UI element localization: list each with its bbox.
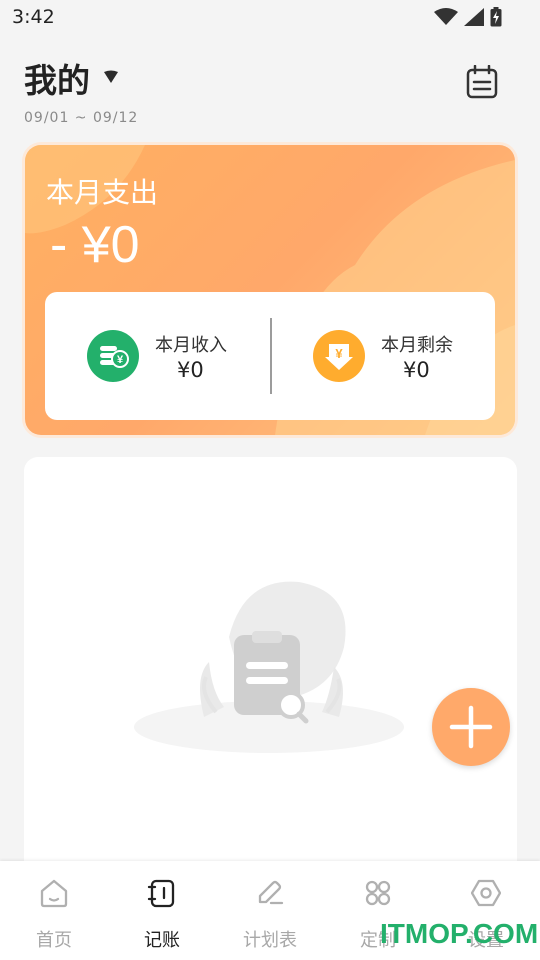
income-label: 本月收入 [155, 335, 227, 356]
nav-item-plan[interactable]: 计划表 [216, 861, 324, 960]
edit-pen-icon [258, 880, 284, 905]
remaining-yen-down-icon: ¥ [313, 330, 365, 382]
wifi-icon [434, 8, 458, 25]
svg-text:¥: ¥ [335, 346, 343, 361]
expense-label: 本月支出 [46, 176, 159, 209]
svg-text:¥: ¥ [117, 354, 124, 366]
income-value: ¥0 [177, 358, 204, 382]
empty-notes-search-icon [134, 581, 404, 753]
plus-icon [449, 705, 493, 749]
watermark: ITMOP.COM [380, 918, 539, 949]
notebook-icon [147, 879, 175, 908]
income-remaining-panel: ¥ 本月收入 ¥0 ¥ 本月剩余 ¥0 [45, 292, 495, 420]
monthly-summary-card: 本月支出 - ¥0 ¥ 本月收入 ¥0 ¥ 本月剩余 ¥0 [25, 145, 515, 435]
status-icons [434, 7, 502, 27]
cell-signal-icon [464, 8, 484, 26]
page-title[interactable]: 我的 [24, 54, 90, 102]
nav-label-home: 首页 [36, 930, 72, 951]
settings-hex-icon [471, 879, 501, 907]
nav-item-bookkeeping[interactable]: 记账 [108, 861, 216, 960]
panel-divider [270, 318, 272, 394]
status-bar: 3:42 [0, 0, 540, 36]
home-icon [40, 879, 68, 908]
remaining-value: ¥0 [403, 358, 430, 382]
caret-down-icon[interactable] [103, 70, 119, 84]
grid-icon [365, 880, 391, 906]
nav-item-home[interactable]: 首页 [0, 861, 108, 960]
add-record-button[interactable] [432, 688, 510, 766]
nav-label-bookkeeping: 记账 [144, 930, 180, 951]
nav-label-plan: 计划表 [243, 930, 297, 951]
calendar-icon [466, 65, 498, 99]
date-range: 09/01 ~ 09/12 [24, 110, 139, 126]
status-time: 3:42 [12, 6, 55, 28]
calendar-button[interactable] [462, 62, 502, 102]
records-panel [24, 457, 517, 897]
expense-amount: - ¥0 [50, 216, 140, 274]
income-coins-icon: ¥ [87, 330, 139, 382]
remaining-label: 本月剩余 [381, 335, 453, 356]
battery-charging-icon [490, 7, 502, 27]
